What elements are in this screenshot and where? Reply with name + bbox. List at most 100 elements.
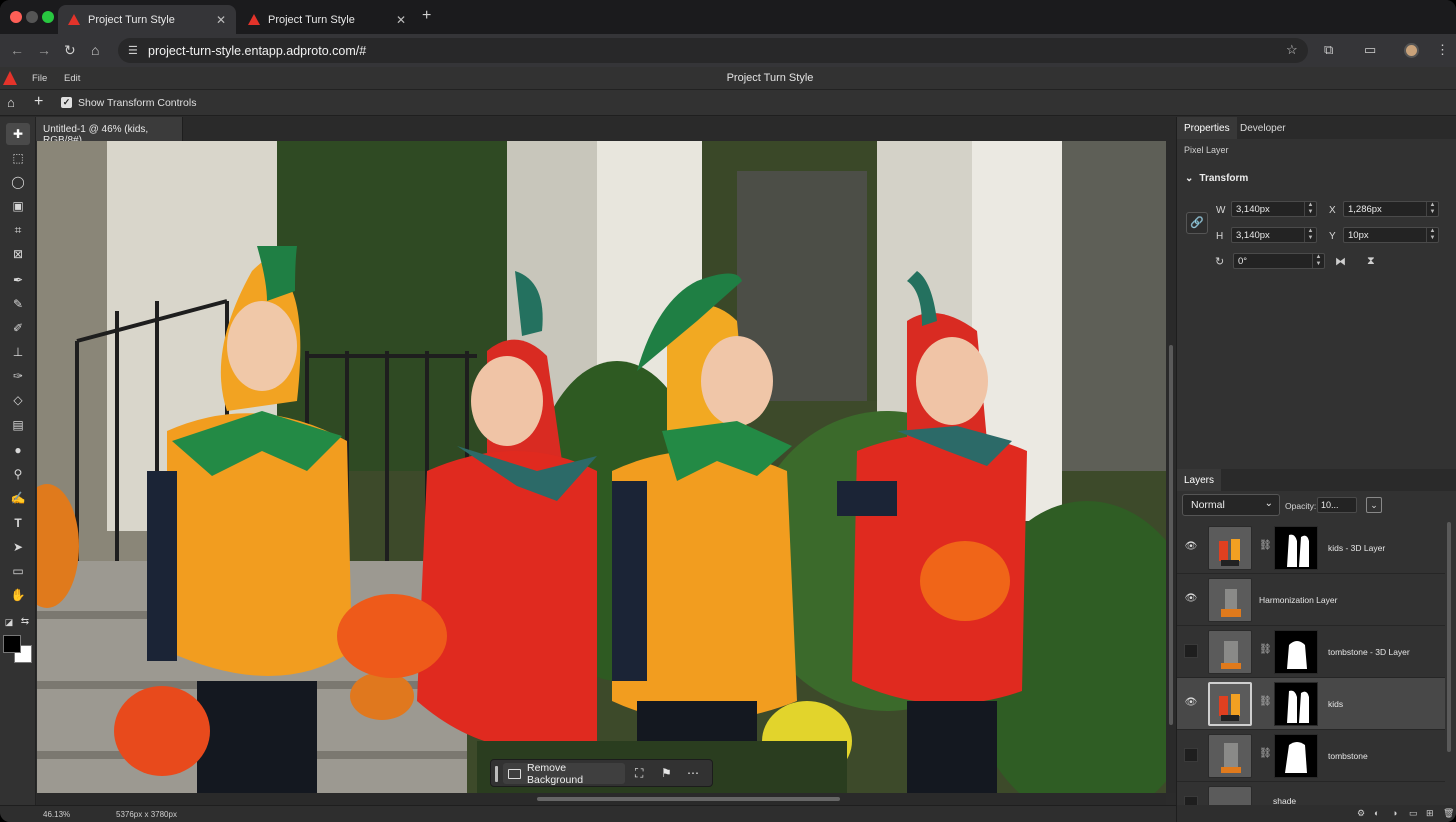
generative-fill-icon[interactable]: ⛶: [635, 766, 643, 781]
crop-tool-icon[interactable]: ⌗: [6, 219, 30, 241]
swap-colors-icon[interactable]: ⇆: [18, 611, 32, 633]
pen-tool-icon[interactable]: ✍: [6, 487, 30, 509]
tab-properties[interactable]: Properties: [1177, 117, 1237, 139]
adjustment-layer-icon[interactable]: ◐: [1374, 808, 1379, 818]
layer-row[interactable]: 👁 Harmonization Layer: [1177, 574, 1445, 626]
reload-icon[interactable]: ↻: [64, 42, 76, 59]
browser-tab-2[interactable]: Project Turn Style ✕: [238, 5, 416, 34]
site-settings-icon[interactable]: ☰: [128, 44, 142, 57]
group-icon[interactable]: ▭: [1409, 808, 1418, 819]
home-icon[interactable]: ⌂: [91, 42, 99, 58]
browser-tab-1[interactable]: Project Turn Style ✕: [58, 5, 236, 34]
dodge-tool-icon[interactable]: ⚲: [6, 463, 30, 485]
history-brush-tool-icon[interactable]: ✑: [6, 365, 30, 387]
frame-tool-icon[interactable]: ⊠: [6, 243, 30, 265]
more-menu-icon[interactable]: ⋮: [1436, 42, 1449, 58]
drag-handle[interactable]: [495, 766, 498, 782]
visibility-toggle-hidden[interactable]: [1184, 796, 1198, 805]
height-value: 3,140px: [1236, 230, 1270, 241]
height-field[interactable]: 3,140px ▲ ▼: [1231, 227, 1317, 243]
clone-stamp-tool-icon[interactable]: ⊥: [6, 341, 30, 363]
close-icon[interactable]: ✕: [216, 13, 226, 27]
width-field[interactable]: 3,140px ▲ ▼: [1231, 201, 1317, 217]
back-arrow-icon[interactable]: ←: [10, 42, 24, 58]
path-select-tool-icon[interactable]: ➤: [6, 536, 30, 558]
blend-mode-select[interactable]: Normal ⌄: [1182, 494, 1280, 516]
stepper-icon[interactable]: ▲ ▼: [1312, 254, 1324, 268]
stepper-icon[interactable]: ▲ ▼: [1426, 202, 1438, 216]
minimize-window-button[interactable]: [26, 11, 38, 23]
default-colors-icon[interactable]: ◪: [2, 611, 16, 633]
visibility-toggle-hidden[interactable]: [1184, 748, 1198, 762]
document-tab[interactable]: Untitled-1 @ 46% (kids, RGB/8#): [36, 117, 183, 146]
width-label: W: [1216, 205, 1226, 216]
layer-style-icon[interactable]: ⚙: [1357, 808, 1365, 819]
extensions-icon[interactable]: ⧉: [1324, 42, 1333, 58]
tab-layers[interactable]: Layers: [1177, 469, 1222, 491]
visibility-eye-icon[interactable]: 👁: [1184, 696, 1198, 710]
marquee-tool-icon[interactable]: ⬚: [6, 147, 30, 169]
blur-tool-icon[interactable]: ●: [6, 439, 30, 461]
zoom-level[interactable]: 46.13%: [43, 810, 70, 819]
visibility-toggle-hidden[interactable]: [1184, 644, 1198, 658]
object-select-tool-icon[interactable]: ▣: [6, 195, 30, 217]
visibility-eye-icon[interactable]: 👁: [1184, 540, 1198, 554]
rotation-field[interactable]: 0° ▲ ▼: [1233, 253, 1325, 269]
layer-row[interactable]: 👁 ⛓ kids - 3D Layer: [1177, 522, 1445, 574]
delete-layer-icon[interactable]: 🗑: [1443, 808, 1454, 819]
layers-footer: ⚙ ◐ ◑ ▭ ⊞ 🗑: [1177, 805, 1456, 822]
url-text[interactable]: project-turn-style.entapp.adproto.com/#: [148, 44, 366, 58]
layers-scrollbar[interactable]: [1447, 522, 1451, 752]
layer-row[interactable]: ⛓ tombstone - 3D Layer: [1177, 626, 1445, 678]
visibility-eye-icon[interactable]: 👁: [1184, 592, 1198, 606]
layer-mask-thumbnail: [1274, 630, 1318, 674]
bookmark-star-icon[interactable]: ☆: [1286, 42, 1298, 58]
y-position-field[interactable]: 10px ▲ ▼: [1343, 227, 1439, 243]
home-icon[interactable]: ⌂: [7, 95, 15, 110]
eyedropper-tool-icon[interactable]: ✒: [6, 269, 30, 291]
stepper-icon[interactable]: ▲ ▼: [1304, 202, 1316, 216]
foreground-color-swatch[interactable]: [3, 635, 21, 653]
select-subject-icon[interactable]: ⚑: [661, 766, 672, 780]
rectangle-tool-icon[interactable]: ▭: [6, 560, 30, 582]
tab-developer[interactable]: Developer: [1233, 117, 1293, 139]
transform-section-header[interactable]: ⌄ Transform: [1185, 173, 1248, 184]
profile-avatar[interactable]: [1404, 43, 1419, 58]
new-tab-button[interactable]: +: [422, 7, 431, 25]
layer-row-selected[interactable]: 👁 ⛓ kids: [1177, 678, 1445, 730]
gradient-tool-icon[interactable]: ▤: [6, 414, 30, 436]
opacity-field[interactable]: 10...: [1317, 497, 1357, 513]
show-transform-controls-checkbox[interactable]: ✓: [61, 97, 72, 108]
healing-brush-tool-icon[interactable]: ✎: [6, 293, 30, 315]
close-window-button[interactable]: [10, 11, 22, 23]
stepper-icon[interactable]: ▲ ▼: [1426, 228, 1438, 242]
document-canvas[interactable]: [37, 141, 1166, 793]
link-dimensions-icon[interactable]: 🔗: [1186, 212, 1208, 234]
layer-row[interactable]: ⛓ tombstone: [1177, 730, 1445, 782]
mask-icon[interactable]: ◑: [1392, 808, 1397, 818]
canvas-horizontal-scroll-thumb[interactable]: [537, 797, 840, 801]
move-tool-icon[interactable]: +: [34, 93, 43, 111]
browser-tab-strip: Project Turn Style ✕ Project Turn Style …: [0, 0, 1456, 34]
close-icon[interactable]: ✕: [396, 13, 406, 27]
hand-tool-icon[interactable]: ✋: [6, 584, 30, 606]
forward-arrow-icon[interactable]: →: [37, 42, 51, 58]
type-tool-icon[interactable]: T: [6, 512, 30, 534]
address-bar[interactable]: ☰ project-turn-style.entapp.adproto.com/…: [118, 38, 1308, 63]
more-options-icon[interactable]: ⋯: [687, 766, 699, 780]
flip-horizontal-icon[interactable]: ⧓: [1335, 255, 1346, 268]
move-tool-icon[interactable]: ✚: [6, 123, 30, 145]
maximize-window-button[interactable]: [42, 11, 54, 23]
canvas-vertical-scroll-thumb[interactable]: [1169, 345, 1173, 725]
lasso-tool-icon[interactable]: ◯: [6, 171, 30, 193]
stepper-icon[interactable]: ▲ ▼: [1304, 228, 1316, 242]
opacity-dropdown-button[interactable]: ⌄: [1366, 497, 1382, 513]
new-layer-icon[interactable]: ⊞: [1426, 808, 1434, 819]
eraser-tool-icon[interactable]: ◇: [6, 389, 30, 411]
media-cast-icon[interactable]: ▭: [1364, 42, 1376, 58]
remove-background-button[interactable]: img Remove Background: [503, 762, 625, 786]
flip-vertical-icon[interactable]: ⧗: [1367, 255, 1375, 268]
brush-tool-icon[interactable]: ✐: [6, 317, 30, 339]
x-position-field[interactable]: 1,286px ▲ ▼: [1343, 201, 1439, 217]
layer-row[interactable]: shade: [1177, 782, 1445, 805]
